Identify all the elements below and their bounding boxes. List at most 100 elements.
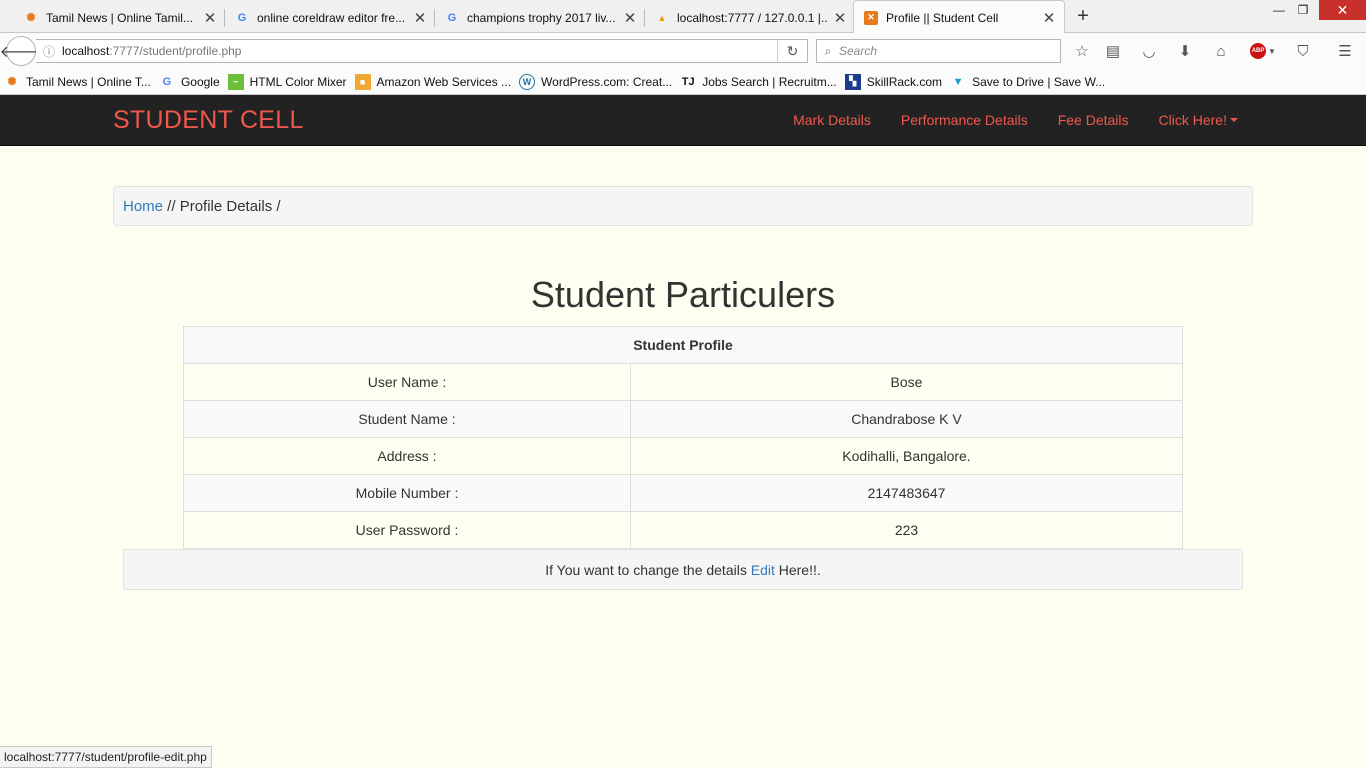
row-label: Address : (183, 437, 631, 475)
bookmark-label: Tamil News | Online T... (26, 74, 151, 89)
tab-title: Profile || Student Cell (886, 10, 999, 25)
row-label: User Name : (183, 363, 631, 401)
site-navbar: STUDENT CELL Mark Details Performance De… (0, 95, 1366, 146)
url-host: localhost (62, 44, 110, 58)
xampp-icon: ✕ (864, 10, 878, 25)
bookmark-label: Google (180, 74, 220, 89)
browser-tab-active[interactable]: ✕ Profile || Student Cell ✕ (853, 0, 1065, 34)
bookmark-item[interactable]: TJ Jobs Search | Recruitm... (680, 74, 837, 90)
breadcrumb-separator: / (272, 198, 281, 215)
edit-note: If You want to change the details Edit H… (123, 549, 1243, 590)
address-bar[interactable]: ⓘ localhost:7777/student/profile.php ↻ (36, 39, 808, 63)
nav-click-here-dropdown[interactable]: Click Here! (1159, 112, 1238, 128)
adblock-icon[interactable]: ABP ▼ (1248, 41, 1278, 61)
menu-icon[interactable]: ☰ (1334, 41, 1356, 61)
bookmark-item[interactable]: G Google (159, 74, 220, 90)
bookmark-item[interactable]: ✺ Tamil News | Online T... (4, 74, 151, 90)
close-tab-icon[interactable]: ✕ (413, 9, 427, 27)
skillrack-icon: ▚ (844, 73, 861, 90)
search-icon: ⌕ (824, 43, 832, 58)
close-tab-icon[interactable]: ✕ (623, 9, 637, 27)
caret-down-icon (1230, 118, 1238, 122)
breadcrumb-separator: // (163, 198, 180, 215)
browser-tab[interactable]: G champions trophy 2017 liv... ✕ (435, 2, 645, 33)
nav-mark-details[interactable]: Mark Details (793, 112, 871, 128)
page-title: Student Particulers (530, 274, 836, 315)
restore-icon[interactable]: ❐ (1292, 0, 1314, 20)
nav-performance-details[interactable]: Performance Details (901, 112, 1028, 128)
row-value: Kodihalli, Bangalore. (630, 437, 1183, 475)
student-profile-table: Student Profile User Name : Bose Student… (183, 326, 1183, 549)
row-label: Student Name : (183, 400, 631, 438)
bookmark-item[interactable]: ▚ SkillRack.com (844, 73, 943, 90)
tab-title: Tamil News | Online Tamil... (46, 10, 193, 25)
box-icon: ■ (354, 73, 371, 90)
pocket-icon[interactable]: ◡ (1138, 41, 1160, 61)
download-icon[interactable]: ⬇ (1174, 41, 1196, 61)
browser-tab-strip: ✺ Tamil News | Online Tamil... ✕ G onlin… (0, 0, 1366, 34)
row-value: 223 (630, 511, 1183, 549)
browser-tab[interactable]: ▲ localhost:7777 / 127.0.0.1 |... ✕ (645, 2, 855, 33)
browser-tab[interactable]: ✺ Tamil News | Online Tamil... ✕ (0, 2, 225, 33)
reading-list-icon[interactable]: ▤ (1102, 41, 1124, 61)
close-tab-icon[interactable]: ✕ (833, 9, 847, 27)
row-value: Chandrabose K V (630, 400, 1183, 438)
tab-title: online coreldraw editor fre... (257, 10, 406, 25)
bookmark-star-icon[interactable]: ☆ (1071, 41, 1093, 61)
close-tab-icon[interactable]: ✕ (1042, 9, 1056, 27)
bookmark-label: WordPress.com: Creat... (541, 74, 673, 89)
bookmark-item[interactable]: ~ HTML Color Mixer (227, 73, 347, 90)
table-row: User Password : 223 (183, 511, 1183, 549)
url-path: :7777/student/profile.php (109, 44, 242, 58)
breadcrumb-home-link[interactable]: Home (123, 198, 163, 215)
back-button[interactable]: 🡐 (0, 36, 42, 66)
browser-nav-bar: 🡐 ⓘ localhost:7777/student/profile.php ↻… (0, 33, 1366, 69)
search-placeholder: Search (839, 44, 878, 58)
phpmyadmin-icon: ▲ (657, 12, 667, 23)
table-row: Address : Kodihalli, Bangalore. (183, 437, 1183, 475)
bookmark-item[interactable]: ■ Amazon Web Services ... (354, 73, 512, 90)
nav-fee-details[interactable]: Fee Details (1058, 112, 1129, 128)
edit-note-text: If You want to change the details (545, 562, 751, 578)
breadcrumb: Home // Profile Details / (113, 186, 1253, 226)
shield-extension-icon[interactable]: ⛉ (1292, 41, 1314, 61)
google-icon: G (447, 11, 457, 24)
brand-logo[interactable]: STUDENT CELL (113, 106, 304, 135)
minimize-icon[interactable]: — (1268, 0, 1290, 20)
window-close-button[interactable]: ✕ (1319, 0, 1366, 20)
google-icon: G (237, 11, 247, 24)
browser-tab[interactable]: G online coreldraw editor fre... ✕ (225, 2, 435, 33)
dropdown-label: Click Here! (1158, 112, 1227, 128)
bookmark-item[interactable]: W WordPress.com: Creat... (519, 73, 673, 90)
table-row: Mobile Number : 2147483647 (183, 474, 1183, 512)
bookmark-label: Jobs Search | Recruitm... (702, 74, 837, 89)
orange-logo-icon: ✺ (7, 76, 17, 88)
color-mixer-icon: ~ (227, 73, 244, 90)
bookmark-label: SkillRack.com (866, 74, 943, 89)
new-tab-button[interactable]: + (1073, 5, 1093, 27)
close-tab-icon[interactable]: ✕ (203, 9, 217, 27)
row-value: Bose (630, 363, 1183, 401)
status-bar-url: localhost:7777/student/profile-edit.php (0, 746, 212, 768)
table-header: Student Profile (183, 326, 1183, 364)
bookmark-label: Save to Drive | Save W... (972, 74, 1106, 89)
info-icon[interactable]: ⓘ (36, 43, 62, 60)
shield-icon: ▼ (952, 75, 964, 88)
table-row: User Name : Bose (183, 363, 1183, 401)
edit-link[interactable]: Edit (751, 562, 775, 578)
nav-links: Mark Details Performance Details Fee Det… (763, 95, 1238, 145)
row-value: 2147483647 (630, 474, 1183, 512)
bookmark-label: Amazon Web Services ... (376, 74, 512, 89)
google-icon: G (162, 75, 172, 88)
home-icon[interactable]: ⌂ (1210, 41, 1232, 61)
search-input[interactable]: ⌕ Search (816, 39, 1061, 63)
tab-title: localhost:7777 / 127.0.0.1 |... (677, 10, 827, 25)
bookmark-item[interactable]: ▼ Save to Drive | Save W... (950, 74, 1106, 90)
reload-icon[interactable]: ↻ (777, 40, 807, 62)
orange-logo-icon: ✺ (26, 12, 36, 24)
row-label: Mobile Number : (183, 474, 631, 512)
edit-note-text: Here!!. (774, 562, 821, 578)
table-row: Student Name : Chandrabose K V (183, 400, 1183, 438)
wordpress-icon: W (519, 73, 536, 90)
bookmarks-toolbar: ✺ Tamil News | Online T... G Google ~ HTML … (0, 69, 1366, 95)
